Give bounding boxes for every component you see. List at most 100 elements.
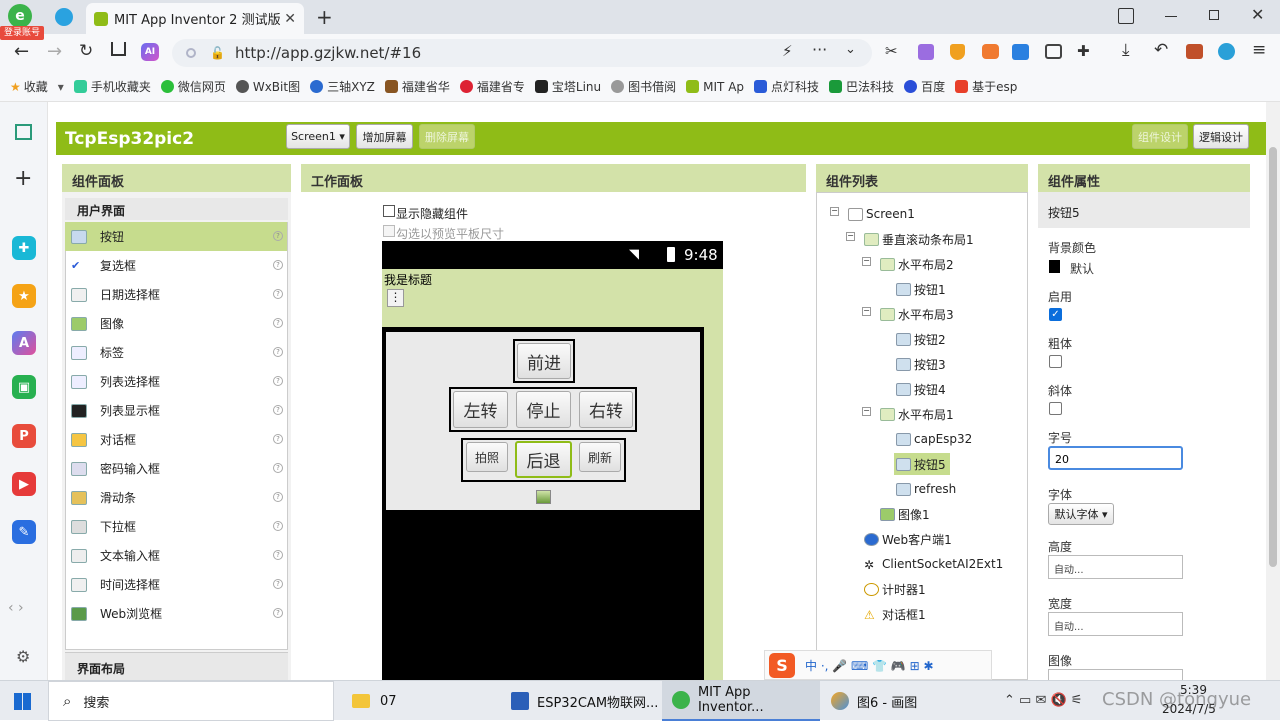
browser-logo-icon[interactable]: e	[8, 4, 32, 28]
overflow-menu-icon[interactable]: ⋮	[387, 289, 404, 307]
game-icon[interactable]	[982, 44, 999, 59]
help-icon[interactable]: ?	[273, 608, 283, 618]
enabled-checkbox[interactable]: ✓	[1049, 308, 1062, 321]
preview-tablet-checkbox[interactable]	[383, 225, 395, 237]
screen-dropdown[interactable]: Screen1 ▾	[286, 124, 350, 149]
help-icon[interactable]: ?	[273, 550, 283, 560]
windows-start-icon[interactable]	[14, 693, 31, 710]
ai-app-icon[interactable]: A	[12, 331, 36, 355]
help-icon[interactable]: ?	[273, 405, 283, 415]
tree-item[interactable]: Web客户端1	[862, 528, 956, 550]
bookmark-item[interactable]: 三轴XYZ	[310, 78, 375, 95]
back-button[interactable]: 后退	[515, 441, 572, 478]
extensions-icon[interactable]: ✚	[1077, 42, 1090, 60]
reload-icon[interactable]: ↻	[79, 41, 93, 61]
stop-button[interactable]: 停止	[516, 391, 571, 428]
page-scrollbar[interactable]	[1266, 102, 1280, 680]
bookmark-item[interactable]: 福建省专	[459, 78, 525, 95]
tree-item[interactable]: capEsp32	[894, 428, 976, 450]
bookmark-item[interactable]: 基于esp	[955, 78, 1017, 95]
tree-item[interactable]: 水平布局2	[878, 253, 958, 275]
bookmark-item[interactable]: 点灯科技	[754, 78, 819, 95]
palette-item[interactable]: 列表显示框?	[65, 396, 287, 425]
palette-item[interactable]: 文本输入框?	[65, 541, 287, 570]
add-screen-button[interactable]: 增加屏幕	[356, 124, 413, 149]
bookmark-item[interactable]: 巴法科技	[829, 78, 894, 95]
tree-item[interactable]: 按钮3	[894, 353, 950, 375]
new-tab-button[interactable]: +	[316, 5, 333, 29]
tree-toggle[interactable]: −	[862, 307, 871, 316]
palette-item[interactable]: ✔ 复选框?	[65, 251, 287, 280]
tree-item[interactable]: 图像1	[878, 503, 934, 525]
bookmark-item[interactable]: 手机收藏夹	[73, 78, 151, 95]
help-icon[interactable]: ?	[273, 289, 283, 299]
task-folder[interactable]: 07	[342, 681, 502, 721]
palette-category-layout[interactable]: 界面布局	[65, 652, 288, 680]
url-bar[interactable]: 🔓 http://app.gzjkw.net/#16	[172, 39, 872, 67]
help-icon[interactable]: ?	[273, 231, 283, 241]
task-browser[interactable]: MIT App Inventor...	[662, 681, 820, 721]
window-close-icon[interactable]: ✕	[1251, 5, 1264, 24]
tree-toggle[interactable]: −	[862, 407, 871, 416]
palette-item[interactable]: 日期选择框?	[65, 280, 287, 309]
tree-item[interactable]: Screen1	[846, 203, 919, 225]
menu-icon[interactable]: ≡	[1252, 40, 1266, 60]
ime-tools-icon[interactable]: 中 ·, 🎤 ⌨ 👕 🎮 ⊞ ✱	[805, 657, 934, 674]
palette-item[interactable]: Web浏览框?	[65, 599, 287, 628]
ai-assistant-icon[interactable]	[1012, 44, 1029, 60]
bookmark-item[interactable]: 百度	[904, 78, 945, 95]
bookmark-item[interactable]: 宝塔Linu	[534, 78, 601, 95]
bookmark-item[interactable]: MIT Ap	[686, 80, 744, 94]
shirt-icon[interactable]	[1118, 8, 1134, 24]
palette-item[interactable]: 图像?	[65, 309, 287, 338]
star-app-icon[interactable]: ★	[12, 284, 36, 308]
tree-item[interactable]: 垂直滚动条布局1	[862, 228, 978, 250]
telegram-icon[interactable]	[55, 8, 73, 26]
forward-icon[interactable]: →	[47, 41, 62, 62]
palette-item[interactable]: 对话框?	[65, 425, 287, 454]
chevron-down-icon[interactable]: ⌄	[845, 42, 856, 57]
minimize-icon[interactable]	[1165, 16, 1177, 17]
ai-icon[interactable]: AI	[141, 43, 159, 61]
help-icon[interactable]: ?	[273, 347, 283, 357]
tree-item[interactable]: 按钮4	[894, 378, 950, 400]
bookmark-item[interactable]: 福建省华	[384, 78, 450, 95]
palette-item[interactable]: 密码输入框?	[65, 454, 287, 483]
shield-icon[interactable]	[950, 44, 965, 60]
palette-category-user-interface[interactable]: 用户界面	[65, 198, 288, 220]
help-icon[interactable]: ?	[273, 521, 283, 531]
tree-item[interactable]: 按钮1	[894, 278, 950, 300]
left-button[interactable]: 左转	[453, 391, 508, 428]
help-icon[interactable]: ?	[273, 579, 283, 589]
tree-item[interactable]: refresh	[894, 478, 960, 500]
palette-item[interactable]: 下拉框?	[65, 512, 287, 541]
plus-app-icon[interactable]: ✚	[12, 236, 36, 260]
sogou-icon[interactable]: S	[769, 653, 795, 678]
video-ai-icon[interactable]: ▶	[12, 472, 36, 496]
login-badge[interactable]: 登录账号	[0, 26, 44, 40]
palette-item[interactable]: 时间选择框?	[65, 570, 287, 599]
task-paint[interactable]: 图6 - 画图	[823, 681, 989, 721]
right-button[interactable]: 右转	[579, 391, 633, 428]
tray-icons[interactable]: ⌃ ▭ ✉ 🔇 ⚟	[1004, 693, 1082, 708]
fontsize-input[interactable]: 20	[1048, 446, 1183, 470]
bookmark-item[interactable]: 微信网页	[160, 78, 226, 95]
download-icon[interactable]: ⤓	[1122, 40, 1130, 60]
bg-color-value[interactable]: 默认	[1070, 260, 1094, 277]
help-icon[interactable]: ?	[273, 260, 283, 270]
site-info-icon[interactable]	[186, 48, 196, 58]
bookmark-item[interactable]: 图书借阅	[611, 78, 676, 95]
italic-checkbox[interactable]	[1049, 402, 1062, 415]
help-icon[interactable]: ?	[273, 434, 283, 444]
image-input[interactable]	[1048, 669, 1183, 680]
help-icon[interactable]: ?	[273, 463, 283, 473]
blocks-button[interactable]: 逻辑设计	[1193, 124, 1249, 149]
palette-item[interactable]: 列表选择框?	[65, 367, 287, 396]
back-icon[interactable]: ←	[14, 41, 29, 62]
photo-button[interactable]: 拍照	[466, 442, 508, 472]
palette-item[interactable]: 按钮?	[65, 222, 287, 251]
tree-toggle[interactable]: −	[846, 232, 855, 241]
tree-item[interactable]: ✲ ClientSocketAI2Ext1	[862, 553, 1007, 575]
bg-color-swatch[interactable]	[1049, 260, 1060, 273]
font-dropdown[interactable]: 默认字体 ▾	[1048, 503, 1114, 525]
